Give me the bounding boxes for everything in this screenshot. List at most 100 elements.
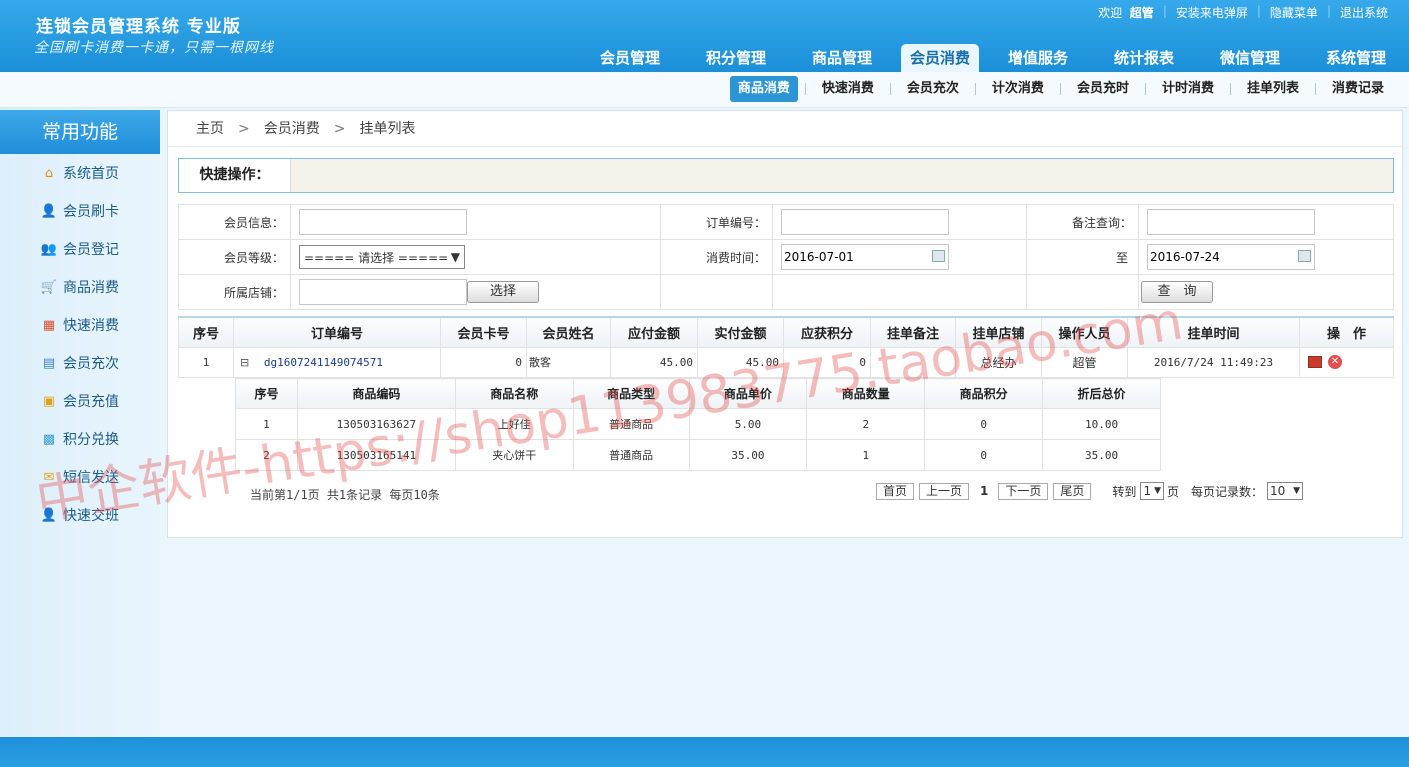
points-earned: 0 bbox=[783, 346, 871, 378]
install-popup-link[interactable]: 安装来电弹屏 bbox=[1167, 4, 1257, 21]
tab-reports[interactable]: 统计报表 bbox=[1091, 44, 1197, 72]
member-register-icon: 👥 bbox=[40, 241, 58, 257]
current-page: 1 bbox=[980, 484, 989, 498]
subnav-pending-orders[interactable]: 挂单列表 bbox=[1238, 76, 1308, 102]
tab-system[interactable]: 系统管理 bbox=[1303, 44, 1409, 72]
item-price: 35.00 bbox=[688, 439, 808, 471]
table-row[interactable]: 1 ⊟ dg1607241149074571 0 散客 45.00 45.00 … bbox=[178, 346, 1394, 378]
item-type: 普通商品 bbox=[572, 408, 690, 440]
member-info-input[interactable] bbox=[299, 209, 467, 235]
sidebar-item[interactable]: 🛒 商品消费 bbox=[0, 268, 160, 306]
app-title: 连锁会员管理系统 专业版 bbox=[36, 17, 241, 37]
item-price: 5.00 bbox=[688, 408, 808, 440]
sidebar-title: 常用功能 bbox=[0, 110, 160, 154]
hide-menu-link[interactable]: 隐藏菜单 bbox=[1261, 4, 1327, 21]
column-header: 商品编码 bbox=[296, 378, 456, 409]
chart-icon: ▦ bbox=[42, 317, 56, 333]
delete-icon[interactable]: ✕ bbox=[1328, 355, 1342, 369]
tab-points-management[interactable]: 积分管理 bbox=[683, 44, 789, 72]
settle-icon[interactable] bbox=[1308, 356, 1322, 368]
quick-ops-bar: 快捷操作： bbox=[178, 158, 1394, 193]
first-page-button[interactable]: 首页 bbox=[876, 482, 915, 500]
choose-store-button[interactable]: 选择 bbox=[467, 281, 539, 303]
remark-input[interactable] bbox=[1147, 209, 1315, 235]
store-input[interactable] bbox=[299, 279, 467, 305]
subnav-member-recharge-times[interactable]: 会员充次 bbox=[898, 76, 968, 102]
item-points: 0 bbox=[924, 439, 1044, 471]
item-points: 0 bbox=[924, 408, 1044, 440]
item-index: 2 bbox=[235, 439, 298, 471]
breadcrumb: 主页 > 会员消费 > 挂单列表 bbox=[168, 111, 1402, 147]
recharge-icon: ▣ bbox=[42, 393, 56, 409]
subnav-consumption-records[interactable]: 消费记录 bbox=[1323, 76, 1393, 102]
exchange-icon: ▩ bbox=[42, 431, 56, 447]
tab-wechat[interactable]: 微信管理 bbox=[1197, 44, 1303, 72]
column-header: 挂单时间 bbox=[1127, 316, 1300, 347]
item-code: 130503163627 bbox=[296, 408, 456, 440]
current-user: 超管 bbox=[1129, 6, 1154, 20]
sidebar-item[interactable]: 👥 会员登记 bbox=[0, 230, 160, 268]
sidebar-item[interactable]: 👤 会员刷卡 bbox=[0, 192, 160, 230]
sidebar-item-label: 会员登记 bbox=[63, 242, 119, 258]
order-no-link[interactable]: dg1607241149074571 bbox=[264, 356, 383, 369]
column-header: 操 作 bbox=[1299, 316, 1394, 347]
home-icon: ⌂ bbox=[44, 165, 54, 181]
breadcrumb-home[interactable]: 主页 bbox=[196, 121, 224, 137]
sidebar-item[interactable]: ⌂ 系统首页 bbox=[0, 154, 160, 192]
column-header: 序号 bbox=[235, 378, 298, 409]
goto-page-select[interactable]: 1 ▼ bbox=[1140, 482, 1164, 500]
register-icon: ▤ bbox=[42, 355, 56, 371]
item-type: 普通商品 bbox=[572, 439, 690, 471]
pagination: 首页 上一页 1 下一页 尾页 转到 1 ▼ 页 每页记录数： 10 ▼ bbox=[876, 482, 1304, 500]
tab-member-management[interactable]: 会员管理 bbox=[577, 44, 683, 72]
tab-value-added[interactable]: 增值服务 bbox=[985, 44, 1091, 72]
per-page-select[interactable]: 10 ▼ bbox=[1267, 482, 1304, 500]
subnav-timed-consumption[interactable]: 计时消费 bbox=[1153, 76, 1223, 102]
page-unit: 页 bbox=[1167, 484, 1180, 499]
sidebar-item[interactable]: ▣ 会员充值 bbox=[0, 382, 160, 420]
order-no-label: 订单编号： bbox=[660, 204, 773, 240]
order-no-input[interactable] bbox=[781, 209, 949, 235]
expand-toggle-icon[interactable]: ⊟ bbox=[240, 356, 249, 369]
last-page-button[interactable]: 尾页 bbox=[1053, 482, 1092, 500]
date-from-input[interactable] bbox=[781, 244, 949, 270]
column-header: 会员卡号 bbox=[440, 316, 527, 347]
calendar-icon[interactable] bbox=[932, 250, 945, 262]
sidebar-item[interactable]: ✉ 短信发送 bbox=[0, 458, 160, 496]
sub-nav: 商品消费 快速消费 会员充次 计次消费 会员充时 计时消费 挂单列表 消费记录 bbox=[0, 72, 1409, 108]
query-button[interactable]: 查 询 bbox=[1141, 281, 1213, 303]
footer-bar bbox=[0, 737, 1409, 767]
pending-order-table: 序号 订单编号 会员卡号 会员姓名 应付金额 实付金额 应获积分 挂单备注 挂单店铺 操作人员 挂单… bbox=[178, 316, 1394, 378]
logout-link[interactable]: 退出系统 bbox=[1331, 4, 1397, 21]
breadcrumb-member-consumption[interactable]: 会员消费 bbox=[264, 121, 320, 137]
item-total: 35.00 bbox=[1042, 439, 1161, 471]
tab-member-consumption[interactable]: 会员消费 bbox=[901, 44, 979, 72]
member-card-icon: 👤 bbox=[40, 203, 58, 219]
tab-product-management[interactable]: 商品管理 bbox=[789, 44, 895, 72]
payable-amount: 45.00 bbox=[610, 346, 698, 378]
column-header: 应付金额 bbox=[610, 316, 698, 347]
sidebar-item[interactable]: ▤ 会员充次 bbox=[0, 344, 160, 382]
sidebar-item-label: 系统首页 bbox=[63, 166, 119, 182]
member-level-select[interactable]: ===== 请选择 ===== ▼ bbox=[299, 245, 465, 269]
sidebar-item-label: 会员充次 bbox=[63, 356, 119, 372]
main-content: 主页 > 会员消费 > 挂单列表 快捷操作： 会员信息： 订单编号： 备注查询： 会员等… bbox=[167, 110, 1403, 538]
item-code: 130503165141 bbox=[296, 439, 456, 471]
member-info-label: 会员信息： bbox=[178, 204, 291, 240]
next-page-button[interactable]: 下一页 bbox=[998, 482, 1049, 500]
prev-page-button[interactable]: 上一页 bbox=[919, 482, 970, 500]
operator: 超管 bbox=[1041, 346, 1128, 378]
subnav-product-consumption[interactable]: 商品消费 bbox=[729, 76, 798, 102]
column-header: 会员姓名 bbox=[526, 316, 611, 347]
subnav-member-recharge-time[interactable]: 会员充时 bbox=[1068, 76, 1138, 102]
sidebar-item[interactable]: 👤 快速交班 bbox=[0, 496, 160, 534]
header: 连锁会员管理系统 专业版 全国刷卡消费一卡通，只需一根网线 欢迎 超管 | 安装… bbox=[0, 0, 1409, 72]
date-to-input[interactable] bbox=[1147, 244, 1315, 270]
subnav-quick-consumption[interactable]: 快速消费 bbox=[813, 76, 883, 102]
member-name: 散客 bbox=[526, 346, 611, 378]
calendar-icon[interactable] bbox=[1298, 250, 1311, 262]
subnav-count-consumption[interactable]: 计次消费 bbox=[983, 76, 1053, 102]
sidebar-item[interactable]: ▩ 积分兑换 bbox=[0, 420, 160, 458]
per-page-label: 每页记录数： bbox=[1191, 484, 1264, 499]
sidebar-item[interactable]: ▦ 快速消费 bbox=[0, 306, 160, 344]
